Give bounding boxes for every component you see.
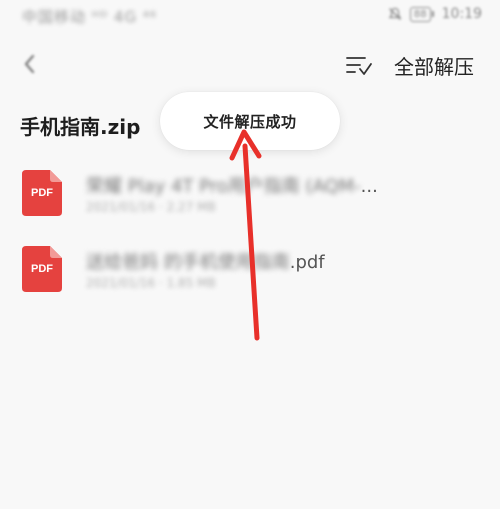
mute-icon [388, 7, 402, 20]
file-name-main: 荣耀 Play 4T Pro用户指南 (AQM- [86, 176, 361, 197]
top-bar: 全部解压 [0, 42, 500, 86]
file-name-suffix: ... [360, 176, 378, 197]
sort-icon[interactable] [345, 52, 373, 78]
extract-all-button[interactable]: 全部解压 [394, 51, 474, 80]
file-list-item[interactable]: PDF 送给爸妈 的手机使用指南.pdf 2021/01/16 · 1.85 M… [0, 242, 500, 304]
pdf-file-icon: PDF [22, 246, 62, 292]
file-list-item[interactable]: PDF 荣耀 Play 4T Pro用户指南 (AQM-... 2021/01/… [0, 166, 500, 228]
file-name: 送给爸妈 的手机使用指南.pdf [86, 248, 325, 274]
toast-message: 文件解压成功 [203, 112, 297, 131]
archive-title: 手机指南.zip [20, 115, 141, 139]
status-icons: 88 10:19 [388, 6, 482, 22]
file-name-suffix: .pdf [289, 252, 325, 273]
file-meta: 2021/01/16 · 1.85 MB [86, 276, 216, 290]
pdf-file-icon: PDF [22, 170, 62, 216]
battery-icon: 88 [409, 6, 434, 22]
file-name-main: 送给爸妈 的手机使用指南 [86, 252, 290, 273]
back-arrow-icon[interactable] [18, 52, 42, 76]
screen: 中国移动 ᴴᴰ 4G ⁴⁶ 88 10:19 全部解压 手机指南.zip 文件解… [0, 0, 500, 509]
status-bar: 中国移动 ᴴᴰ 4G ⁴⁶ 88 10:19 [0, 0, 500, 34]
file-name: 荣耀 Play 4T Pro用户指南 (AQM-... [86, 172, 378, 198]
pdf-icon-label: PDF [31, 187, 53, 199]
battery-level: 88 [409, 6, 431, 22]
toast-notification: 文件解压成功 [160, 92, 340, 150]
pdf-icon-label: PDF [31, 263, 53, 275]
file-meta: 2021/01/16 · 2.27 MB [86, 200, 216, 214]
carrier-text: 中国移动 ᴴᴰ 4G ⁴⁶ [22, 8, 157, 26]
clock: 10:19 [441, 6, 482, 22]
